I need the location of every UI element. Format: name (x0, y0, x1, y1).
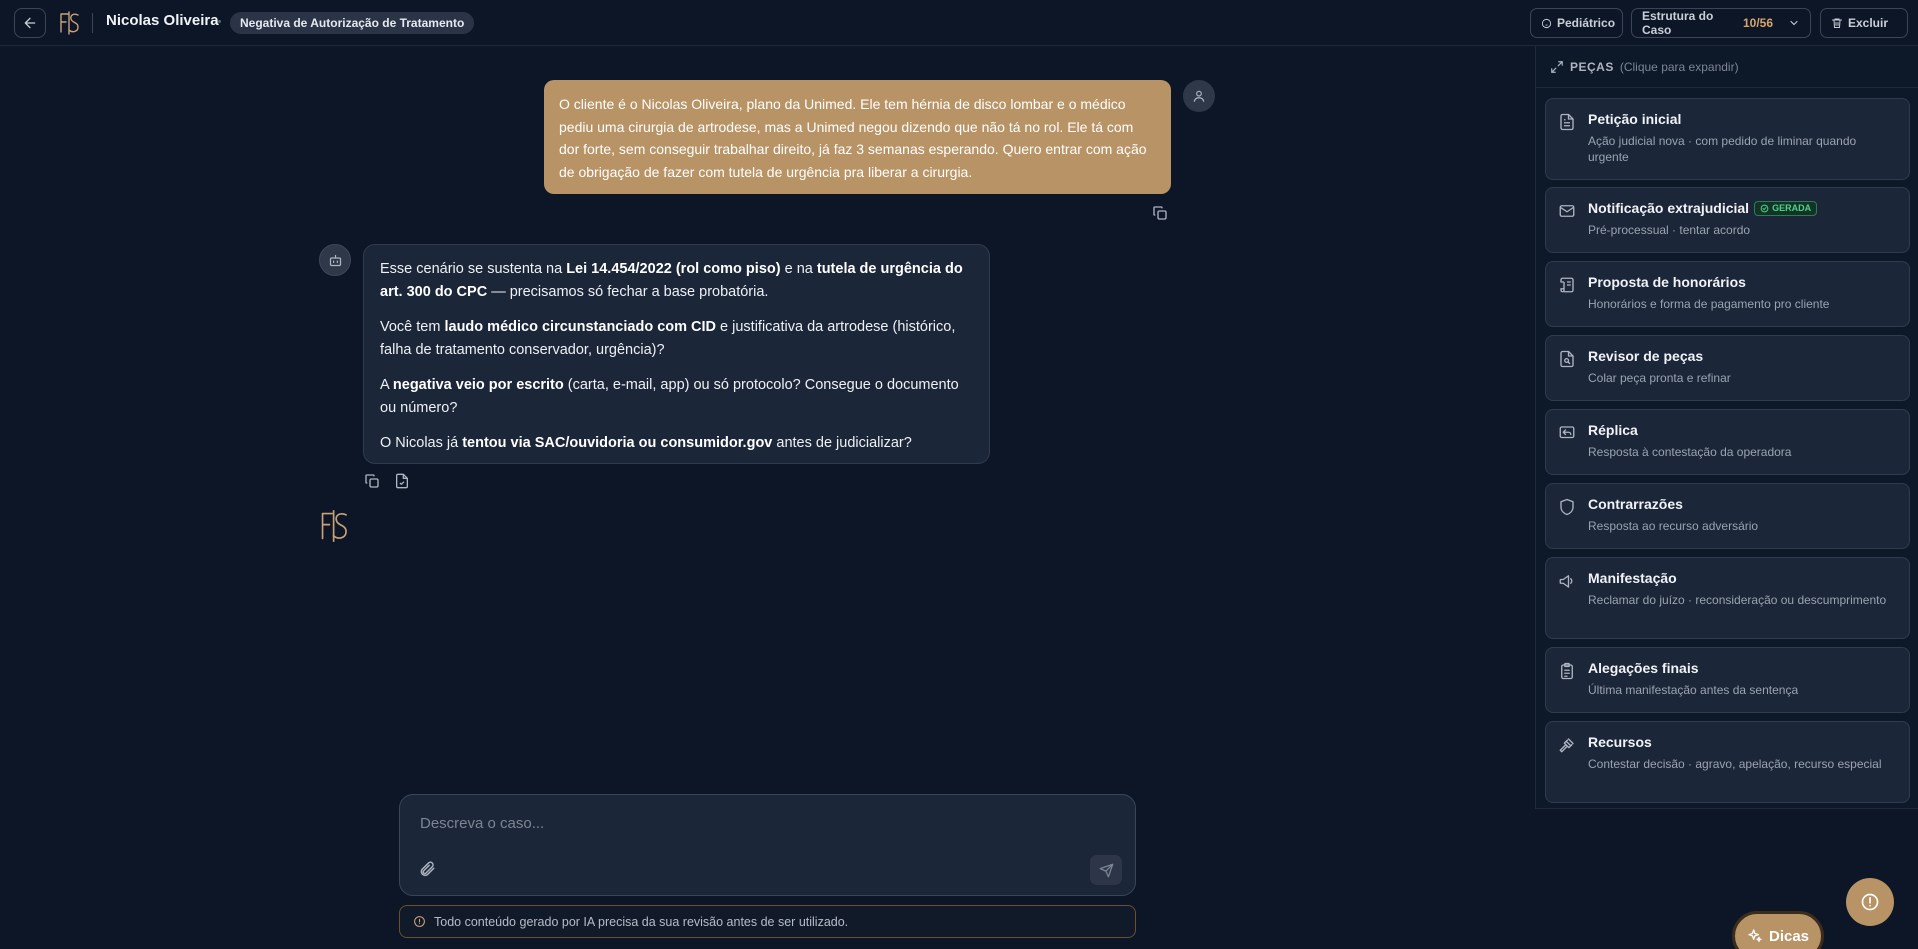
scroll-icon (1558, 276, 1576, 294)
piece-description: Honorários e forma de pagamento pro clie… (1588, 297, 1830, 311)
header-dot-separator (218, 20, 221, 23)
message-composer (399, 794, 1136, 896)
case-type-badge: Negativa de Autorização de Tratamento (230, 12, 475, 34)
copy-assistant-message-icon[interactable] (364, 473, 382, 491)
pieces-panel-hint: (Clique para expandir) (1619, 59, 1739, 74)
piece-description: Colar peça pronta e refinar (1588, 371, 1731, 385)
piece-card-manifestacao[interactable]: Manifestação Reclamar do juízo · reconsi… (1545, 557, 1910, 639)
structure-count: 10/56 (1742, 16, 1773, 30)
help-button[interactable] (1846, 878, 1894, 926)
piece-title: Manifestação (1588, 570, 1677, 586)
pieces-panel-header[interactable]: PEÇAS (Clique para expandir) (1536, 46, 1918, 88)
check-circle-icon (1760, 204, 1769, 213)
generated-badge: GERADA (1754, 200, 1818, 216)
pediatric-label: Pediátrico (1557, 16, 1616, 30)
pieces-panel-title: PEÇAS (1570, 59, 1614, 74)
delete-button[interactable]: Excluir (1820, 8, 1908, 38)
top-bar: Nicolas Oliveira Negativa de Autorização… (0, 0, 1918, 46)
clipboard-icon (1558, 662, 1576, 680)
pediatric-button[interactable]: Pediátrico (1530, 8, 1623, 38)
copy-user-message-icon[interactable] (1152, 205, 1170, 223)
piece-description: Resposta à contestação da operadora (1588, 445, 1792, 459)
brand-logo-icon (57, 10, 83, 36)
piece-title: Petição inicial (1588, 111, 1682, 127)
trash-icon (1831, 17, 1843, 29)
expand-icon (1550, 60, 1564, 74)
piece-card-revisor-pecas[interactable]: Revisor de peças Colar peça pronta e ref… (1545, 335, 1910, 401)
document-icon (1558, 113, 1576, 131)
piece-description: Pré-processual · tentar acordo (1588, 223, 1751, 237)
export-document-icon[interactable] (394, 473, 412, 491)
delete-label: Excluir (1848, 16, 1889, 30)
assistant-paragraph: A negativa veio por escrito (carta, e-ma… (380, 377, 959, 416)
piece-description: Resposta ao recurso adversário (1588, 519, 1759, 533)
piece-description: Última manifestação antes da sentença (1588, 683, 1799, 697)
header-divider (92, 13, 93, 33)
sparkles-icon (1747, 928, 1763, 944)
assistant-avatar (319, 244, 351, 276)
piece-card-replica[interactable]: Réplica Resposta à contestação da operad… (1545, 409, 1910, 475)
piece-title: Notificação extrajudicial (1588, 200, 1750, 216)
piece-title: Revisor de peças (1588, 348, 1704, 364)
assistant-paragraph: Esse cenário se sustenta na Lei 14.454/2… (380, 261, 963, 300)
mail-icon (1558, 202, 1576, 220)
client-name: Nicolas Oliveira (106, 12, 219, 29)
case-description-input[interactable] (420, 815, 1110, 845)
case-structure-dropdown[interactable]: Estrutura do Caso 10/56 (1631, 8, 1811, 38)
assistant-paragraph: O Nicolas já tentou via SAC/ouvidoria ou… (380, 435, 912, 451)
tips-button[interactable]: Dicas (1732, 911, 1824, 949)
piece-description: Ação judicial nova · com pedido de limin… (1588, 134, 1857, 164)
piece-title: Contrarrazões (1588, 496, 1683, 512)
user-message-bubble: O cliente é o Nicolas Oliveira, plano da… (544, 80, 1171, 194)
piece-description: Contestar decisão · agravo, apelação, re… (1588, 757, 1882, 771)
piece-title-row: Notificação extrajudicial GERADA (1588, 200, 1818, 216)
tips-label: Dicas (1768, 927, 1810, 945)
user-avatar (1183, 80, 1215, 112)
ai-disclaimer: Todo conteúdo gerado por IA precisa da s… (399, 905, 1136, 938)
back-button[interactable] (14, 8, 46, 38)
generated-label: GERADA (1772, 203, 1812, 213)
piece-card-alegacoes-finais[interactable]: Alegações finais Última manifestação ant… (1545, 647, 1910, 713)
structure-label: Estrutura do Caso (1642, 9, 1714, 37)
paperclip-icon[interactable] (418, 860, 438, 880)
chevron-down-icon (1788, 17, 1800, 29)
gavel-icon (1558, 736, 1576, 754)
bot-icon (328, 253, 343, 268)
piece-card-proposta-honorarios[interactable]: Proposta de honorários Honorários e form… (1545, 261, 1910, 327)
assistant-message-bubble: Esse cenário se sustenta na Lei 14.454/2… (363, 244, 990, 464)
piece-card-contrarrazoes[interactable]: Contrarrazões Resposta ao recurso advers… (1545, 483, 1910, 549)
assistant-paragraph: Você tem laudo médico circunstanciado co… (380, 319, 956, 358)
piece-description: Reclamar do juízo · reconsideração ou de… (1588, 593, 1887, 607)
user-icon (1192, 89, 1206, 103)
arrow-left-icon (22, 15, 38, 31)
alert-circle-icon (1860, 892, 1880, 912)
megaphone-icon (1558, 572, 1576, 590)
disclaimer-text: Todo conteúdo gerado por IA precisa da s… (434, 914, 849, 929)
piece-card-peticao-inicial[interactable]: Petição inicial Ação judicial nova · com… (1545, 98, 1910, 180)
reply-icon (1558, 424, 1576, 442)
shield-icon (1558, 498, 1576, 516)
baby-icon (1541, 18, 1552, 29)
piece-title: Proposta de honorários (1588, 274, 1746, 290)
send-icon (1099, 863, 1114, 878)
file-search-icon (1558, 350, 1576, 368)
piece-title: Recursos (1588, 734, 1652, 750)
piece-card-recursos[interactable]: Recursos Contestar decisão · agravo, ape… (1545, 721, 1910, 803)
send-button[interactable] (1090, 855, 1122, 885)
pieces-panel: PEÇAS (Clique para expandir) Petição ini… (1535, 46, 1918, 809)
info-icon (413, 915, 426, 928)
piece-card-notificacao-extrajudicial[interactable]: Notificação extrajudicial GERADA Pré-pro… (1545, 187, 1910, 253)
piece-title: Alegações finais (1588, 660, 1699, 676)
piece-title: Réplica (1588, 422, 1638, 438)
brand-logo-icon (317, 508, 353, 544)
